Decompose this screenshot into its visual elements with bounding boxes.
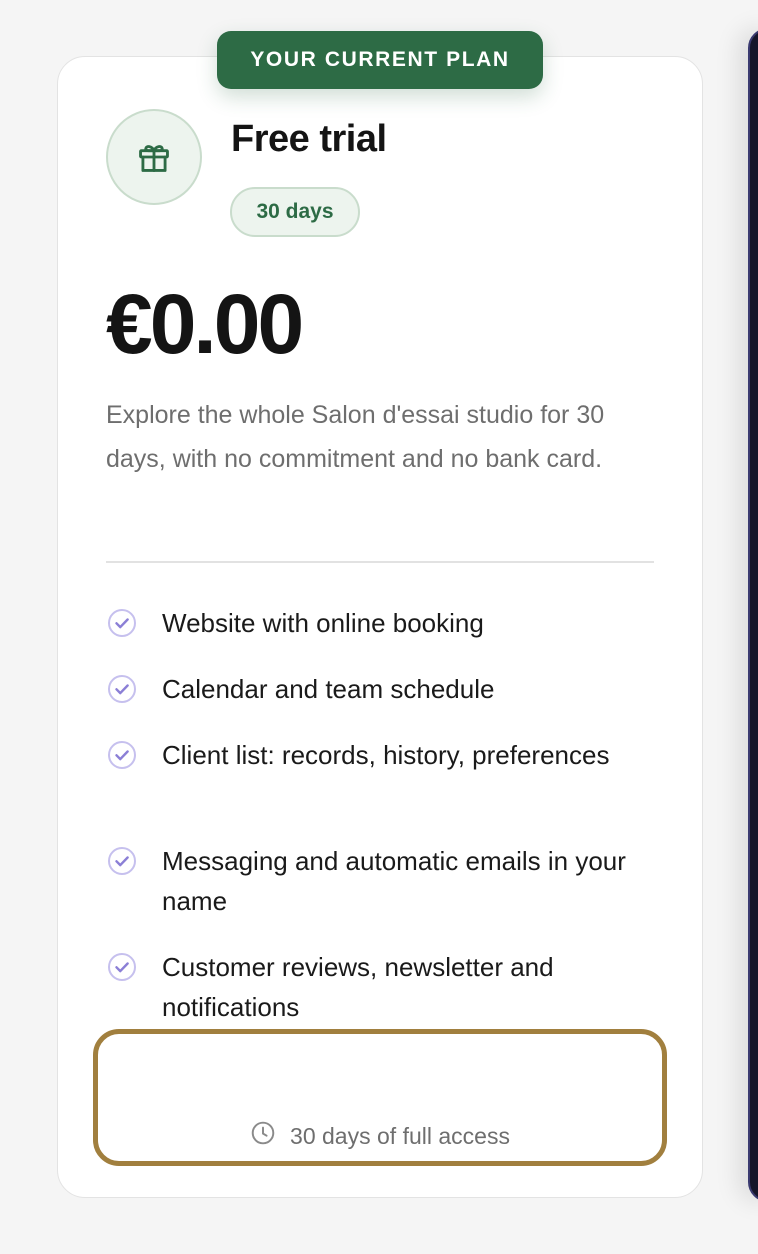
feature-text: Website with online booking <box>162 608 484 638</box>
check-circle-icon <box>106 607 138 639</box>
current-plan-badge: YOUR CURRENT PLAN <box>217 31 543 89</box>
gift-icon <box>106 109 202 205</box>
feature-text: Customer reviews, newsletter and notific… <box>162 952 554 1022</box>
feature-text: Client list: records, history, preferenc… <box>162 740 610 770</box>
plan-title: Free trial <box>231 118 387 160</box>
check-circle-icon <box>106 951 138 983</box>
clock-icon <box>250 1120 290 1152</box>
check-circle-icon <box>106 739 138 771</box>
plan-description: Explore the whole Salon d'essai studio f… <box>106 401 605 473</box>
check-circle-icon <box>106 673 138 705</box>
pricing-page: YOUR CURRENT PLAN Free trial 30 days €0.… <box>0 0 758 1254</box>
divider <box>106 561 654 563</box>
duration-pill: 30 days <box>230 187 360 237</box>
access-info: 30 days of full access <box>98 1120 662 1152</box>
adjacent-plan-card[interactable] <box>748 28 758 1202</box>
feature-text: Calendar and team schedule <box>162 674 495 704</box>
feature-text: Messaging and automatic emails in your n… <box>162 846 626 916</box>
access-callout[interactable]: 30 days of full access <box>93 1029 667 1166</box>
check-circle-icon <box>106 845 138 877</box>
access-text: 30 days of full access <box>290 1122 510 1149</box>
plan-price: €0.00 <box>106 277 304 371</box>
